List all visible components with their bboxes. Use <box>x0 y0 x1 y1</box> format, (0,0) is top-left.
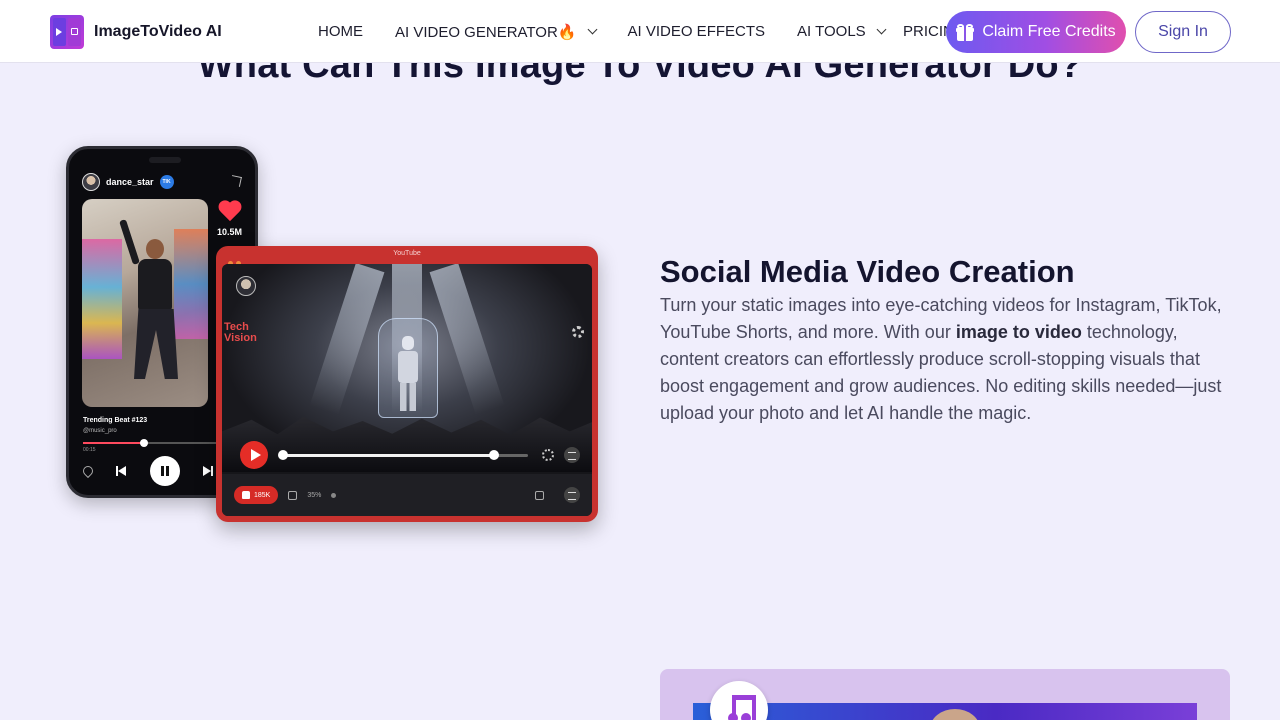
play-icon <box>240 441 268 469</box>
nav-pricing[interactable]: PRICING <box>903 0 949 63</box>
gear-icon <box>572 326 584 338</box>
pip-icon <box>535 490 544 500</box>
settings-icon <box>542 449 554 461</box>
robot-stage-image: Tech Vision <box>222 264 592 472</box>
share-icon <box>288 490 298 500</box>
next-icon <box>202 466 213 476</box>
heart-outline-icon <box>80 463 96 479</box>
gift-icon <box>956 23 975 41</box>
dancer-photo <box>82 199 208 407</box>
logo-text: ImageToVideo AI <box>94 23 222 40</box>
tablet-app-label: YouTube <box>393 250 421 257</box>
tech-vision-sign: Tech Vision <box>224 321 257 344</box>
verified-badge-icon: TIK <box>159 175 174 189</box>
claim-free-credits-button[interactable]: Claim Free Credits <box>946 11 1126 53</box>
dot-icon <box>331 492 337 498</box>
nav-ai-tools[interactable]: AI TOOLS <box>797 23 887 40</box>
nav-ai-video-effects[interactable]: AI VIDEO EFFECTS <box>628 23 766 40</box>
site-header: ImageToVideo AI HOME AI VIDEO GENERATOR🔥… <box>0 0 1280 63</box>
logo-icon <box>50 15 84 49</box>
tablet-percent: 35% <box>307 491 322 499</box>
previous-icon <box>116 466 127 476</box>
chevron-down-icon <box>587 24 597 35</box>
track-title: Trending Beat #123 <box>83 417 148 424</box>
heart-icon <box>218 201 242 223</box>
phone-likes: 10.5M <box>217 201 242 237</box>
track-progress <box>83 439 233 447</box>
menu-icon <box>564 447 580 463</box>
avatar <box>82 173 100 191</box>
phone-controls <box>80 456 213 486</box>
video-progress <box>278 449 528 460</box>
music-badge <box>710 681 768 720</box>
pause-icon <box>149 456 180 486</box>
tablet-screen: Tech Vision 185K 35% <box>222 264 592 516</box>
tablet-mockup: YouTube Tech Vision 185K 35% <box>216 246 598 522</box>
nav-home[interactable]: HOME <box>318 23 363 40</box>
music-note-icon <box>728 695 756 720</box>
social-media-illustration: dance_star TIK 10.5M Trending Beat #123 … <box>66 146 600 524</box>
video-player-controls <box>240 441 580 469</box>
phone-user-row: dance_star TIK <box>82 173 174 191</box>
logo[interactable]: ImageToVideo AI <box>50 15 222 49</box>
thumbs-up-icon <box>242 491 250 499</box>
track-artist: @music_pro <box>83 428 117 434</box>
chevron-down-icon <box>876 24 887 35</box>
avatar <box>236 276 256 296</box>
like-pill: 185K <box>234 486 279 504</box>
sign-in-button[interactable]: Sign In <box>1135 11 1231 53</box>
feature-title: Social Media Video Creation <box>660 254 1075 289</box>
tablet-bottom-bar: 185K 35% <box>222 474 592 516</box>
feature-description: Turn your static images into eye-catchin… <box>660 295 1222 423</box>
next-feature-card <box>660 669 1230 720</box>
nav-ai-video-generator[interactable]: AI VIDEO GENERATOR🔥 <box>395 23 597 41</box>
phone-username: dance_star <box>106 177 154 187</box>
menu-icon <box>564 487 580 503</box>
send-icon <box>230 175 242 187</box>
track-time: 00:15 <box>83 447 96 453</box>
main-nav: HOME AI VIDEO GENERATOR🔥 AI VIDEO EFFECT… <box>318 0 887 63</box>
